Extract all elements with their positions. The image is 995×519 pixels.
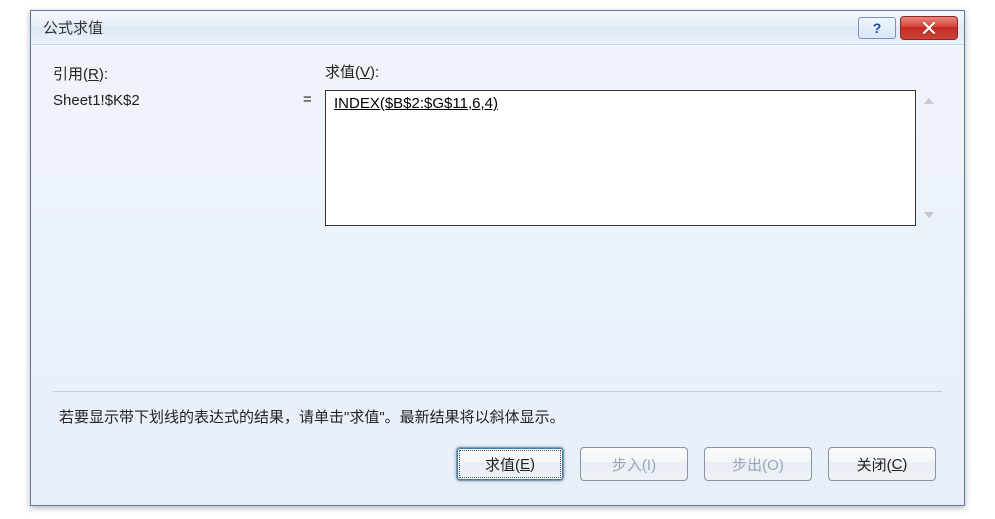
titlebar: 公式求值 ? [31, 11, 964, 45]
dialog-title: 公式求值 [43, 17, 858, 38]
left-column: 引用(R): Sheet1!$K$2 [53, 61, 303, 109]
dialog-body: 引用(R): Sheet1!$K$2 = 求值(V): INDEX($B$2:$… [31, 45, 964, 505]
top-area: 引用(R): Sheet1!$K$2 = 求值(V): INDEX($B$2:$… [53, 61, 942, 226]
evaluation-label: 求值(V): [325, 61, 942, 82]
reference-label: 引用(R): [53, 63, 303, 84]
step-in-button[interactable]: 步入(I) [580, 447, 688, 481]
close-icon [922, 22, 936, 34]
step-out-button[interactable]: 步出(O) [704, 447, 812, 481]
right-column: 求值(V): INDEX($B$2:$G$11,6,4) [325, 61, 942, 226]
evaluate-formula-dialog: 公式求值 ? 引用(R): Sheet1!$K$2 = [30, 10, 965, 506]
evaluation-box[interactable]: INDEX($B$2:$G$11,6,4) [325, 90, 916, 226]
evaluation-formula: INDEX($B$2:$G$11,6,4) [334, 95, 498, 112]
close-button[interactable]: 关闭(C) [828, 447, 936, 481]
help-icon: ? [873, 20, 882, 36]
button-row: 求值(E) 步入(I) 步出(O) 关闭(C) [53, 447, 942, 495]
close-window-button[interactable] [900, 16, 958, 40]
evaluate-button[interactable]: 求值(E) [456, 447, 564, 481]
scrollbar [916, 90, 942, 226]
divider [53, 391, 942, 392]
titlebar-controls: ? [858, 16, 958, 40]
help-button[interactable]: ? [858, 17, 896, 39]
equals-sign: = [303, 61, 325, 108]
hint-text: 若要显示带下划线的表达式的结果，请单击"求值"。最新结果将以斜体显示。 [53, 406, 942, 427]
spacer [53, 226, 942, 381]
scroll-down-icon[interactable] [924, 212, 934, 218]
reference-value: Sheet1!$K$2 [53, 92, 303, 109]
scroll-up-icon[interactable] [924, 98, 934, 104]
evaluation-box-wrapper: INDEX($B$2:$G$11,6,4) [325, 90, 942, 226]
